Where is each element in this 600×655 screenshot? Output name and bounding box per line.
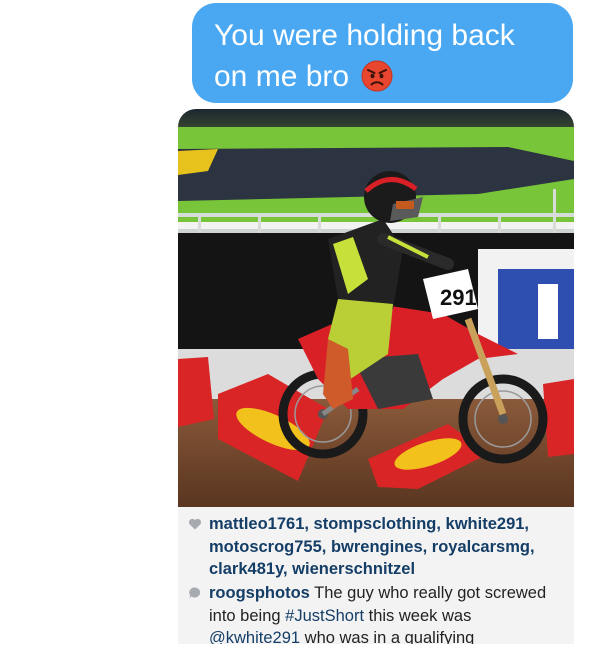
message-bubble[interactable]: You were holding back on me bro (192, 3, 573, 103)
rider-number-plate: 291 (440, 285, 477, 310)
message-text: You were holding back (214, 19, 515, 52)
heart-icon (188, 518, 202, 530)
message-text-line2: on me bro (214, 60, 350, 93)
comment-bubble-icon (189, 587, 201, 599)
comment-hashtag[interactable]: #JustShort (285, 607, 364, 625)
comment-row: roogsphotos The guy who really got screw… (188, 582, 566, 650)
angry-face-icon (361, 60, 393, 92)
comment-text: roogsphotos The guy who really got screw… (209, 582, 566, 650)
comment-text-mid: this week was (368, 606, 472, 625)
comment-username[interactable]: roogsphotos (209, 584, 310, 602)
likes-users[interactable]: mattleo1761, stompsclothing, kwhite291, … (209, 513, 566, 581)
screenshot-crop-edge (0, 644, 600, 655)
likes-row: mattleo1761, stompsclothing, kwhite291, … (188, 513, 566, 581)
post-photo[interactable]: 291 (178, 109, 574, 507)
instagram-post-card: 291 mattleo1761, stompsclothing, kwhite2… (178, 109, 574, 655)
message-text-line2-wrapper: on me bro (214, 56, 551, 97)
